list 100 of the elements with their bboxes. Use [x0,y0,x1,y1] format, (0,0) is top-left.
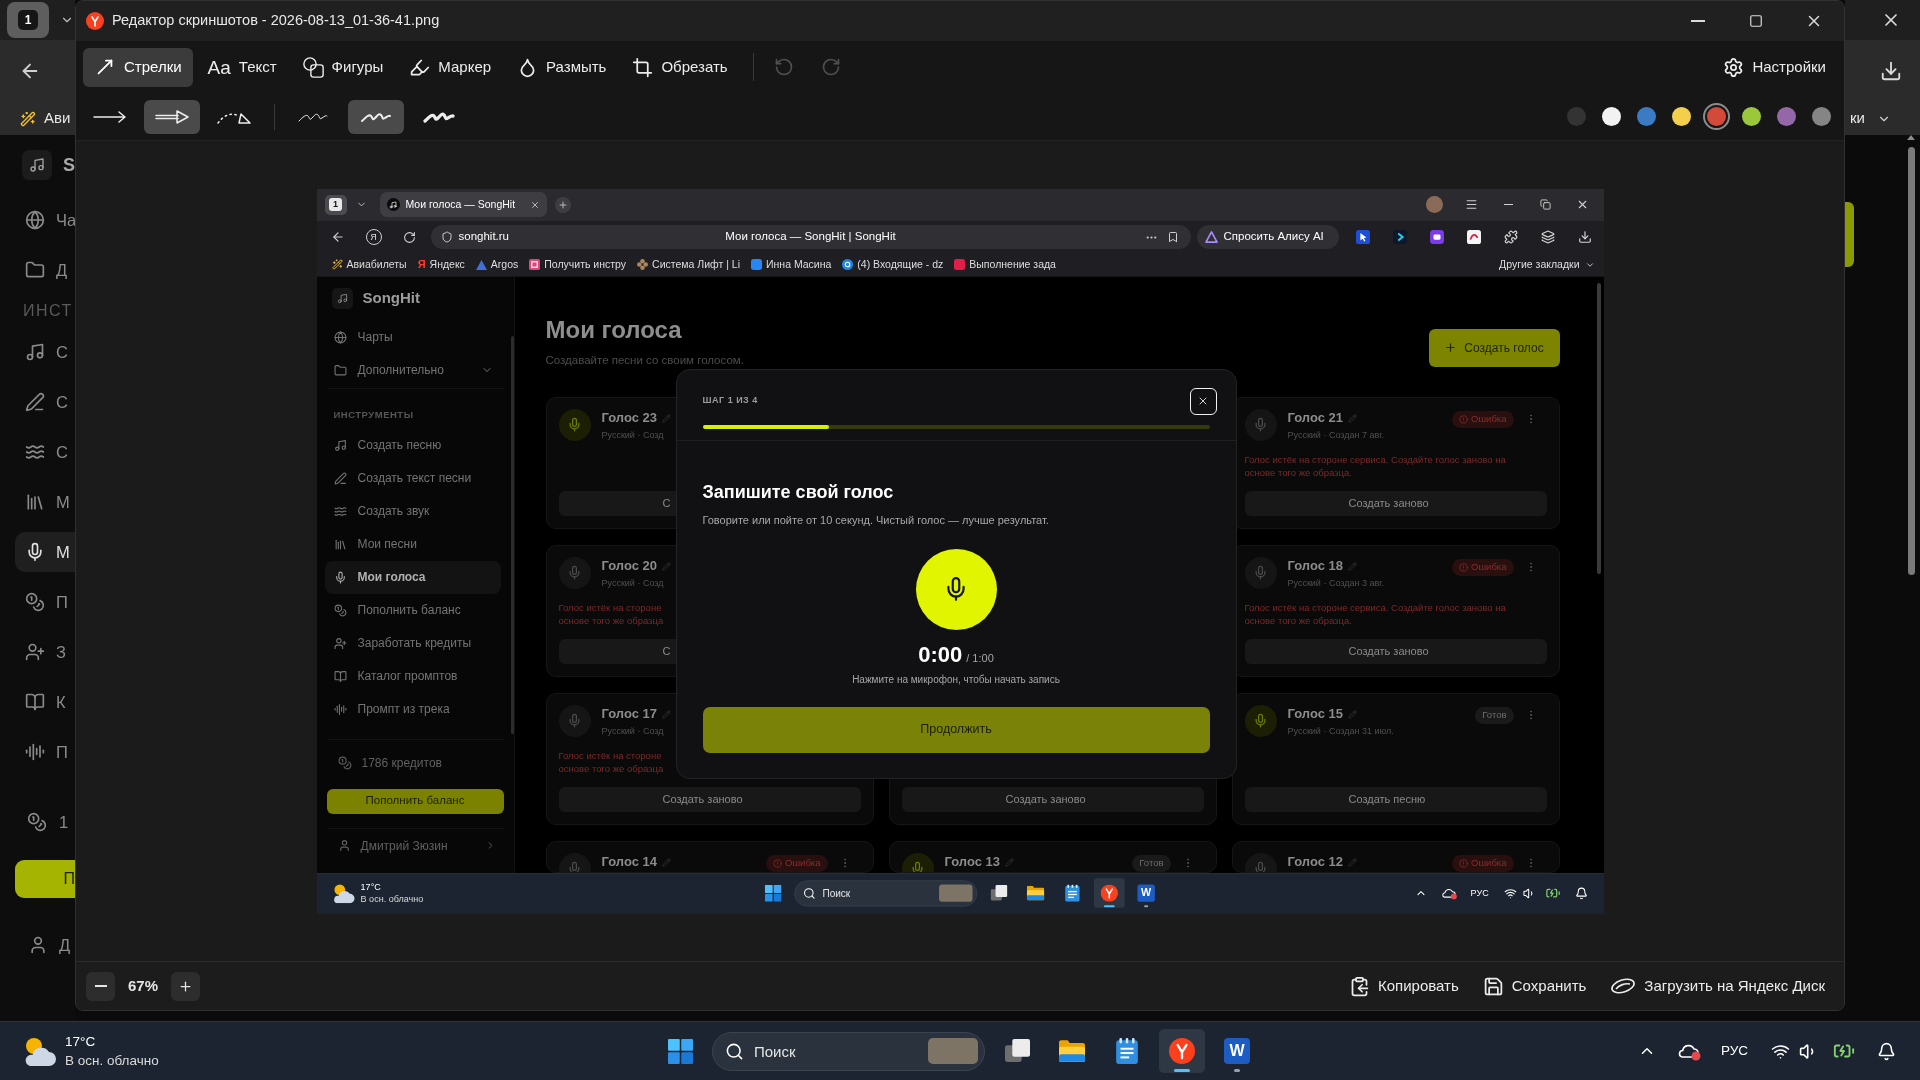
address-bar[interactable]: songhit.ru Мои голоса — SongHit | SongHit [430,225,1191,249]
menu-icon [1464,198,1478,211]
folder-icon [1059,1040,1085,1062]
sidebar-item[interactable]: С [15,432,75,472]
card-action-button[interactable]: Создать заново [1244,490,1547,516]
bookmark-label[interactable]: ки [1850,107,1865,130]
topup-button[interactable]: Пополнить баланс [326,788,504,814]
bookmark[interactable]: Система Лифт | Li [637,256,740,273]
card-action-button[interactable]: Создать заново [1244,638,1547,664]
sidebar-item[interactable]: Создать текст песни [324,461,501,495]
stroke-width-button[interactable] [348,99,404,134]
tool-button[interactable]: Размыть [506,47,618,87]
avatar[interactable] [1425,196,1443,213]
save-button[interactable]: Сохранить [1482,974,1587,998]
assistant-button[interactable]: Спросить Алису AI [1196,225,1339,249]
voice-name: Голос 18 [1287,557,1343,576]
close-icon[interactable] [529,199,540,210]
bookmark[interactable]: Авиабилеты [331,256,407,273]
other-bookmarks[interactable]: Другие закладки [1499,256,1595,273]
record-hint: Нажмите на микрофон, чтобы начать запись [852,672,1060,686]
card-action-button[interactable]: Создать заново [558,786,861,812]
music-note-icon [331,288,353,309]
tool-button[interactable]: Фигуры [291,47,395,87]
music-note-icon [25,342,45,362]
settings-button[interactable]: Настройки [1713,47,1836,87]
square-icon [751,259,762,270]
continue-button[interactable]: Продолжить [702,706,1210,753]
dialog-description: Говорите или пойте от 10 секунд. Чистый голос — лучше результат. [702,512,1049,528]
create-voice-button[interactable]: Создать голос [1428,328,1560,367]
bookmark[interactable]: Я Яндекс [417,256,465,273]
bookmark[interactable]: Инна Масина [751,256,832,273]
tool-button[interactable]: Aa Текст [196,47,288,87]
triangle-icon [1204,231,1218,243]
sidebar-item[interactable]: С [15,382,75,422]
sidebar-item[interactable]: М [15,532,75,572]
voice-meta: Русский · Создан 31 июл. [1287,724,1394,738]
taskbar-button[interactable] [1093,877,1125,908]
sidebar-item[interactable]: М [15,482,75,522]
sidebar-item[interactable]: С [15,332,75,372]
sidebar-item[interactable]: К [15,682,75,722]
temperature: 17°C [65,1033,97,1051]
sidebar-item[interactable]: Д [15,250,75,290]
bookmark[interactable]: (4) Входящие - dz [842,256,944,273]
sidebar-item[interactable]: Каталог промптов [324,659,501,693]
credits-text: 1 [59,811,69,833]
download-icon[interactable] [1880,60,1902,82]
close-button[interactable] [1189,387,1217,415]
url-text: songhit.ru [458,229,509,245]
sidebar-item[interactable]: Дополнительно [324,353,501,387]
sidebar-item[interactable]: Мои песни [324,527,501,561]
scrollbar[interactable] [510,335,514,734]
zoom-in-button[interactable] [171,971,200,1001]
voice-meta: Русский · Создан 7 авг. [1287,428,1384,442]
tool-button[interactable]: Стрелки [83,47,193,87]
sidebar-item[interactable]: Пополнить баланс [324,593,501,627]
alert-icon [1459,414,1469,424]
taskbar-button[interactable] [1159,1029,1205,1073]
new-tab-button[interactable] [554,196,571,213]
language-indicator[interactable]: РУС [1470,885,1489,900]
letter-tile: W [1136,883,1155,902]
page-heading: Мои голоса [545,314,682,345]
card-action-button[interactable]: Создать песню [1244,786,1547,812]
card-action-button[interactable]: Создать заново [901,786,1204,812]
undo-icon [773,57,794,77]
tab-counter[interactable]: 1 [7,2,49,38]
language-indicator[interactable]: РУС [1720,1040,1748,1062]
back-icon [330,230,345,244]
arrow-style-button[interactable] [144,99,200,134]
upload-button[interactable]: Загрузить на Яндекс Диск [1610,974,1825,998]
tool-button[interactable]: Маркер [398,47,503,87]
copy-button[interactable]: Копировать [1349,974,1459,998]
sidebar-item[interactable]: П [15,732,75,772]
voice-name: Голос 14 [601,853,657,872]
bell-icon[interactable] [1877,1041,1896,1061]
zoom-out-button[interactable] [86,971,115,1001]
taskbar-button[interactable]: W [1130,877,1162,908]
folder-icon [333,363,347,377]
sidebar-item[interactable]: Создать песню [324,428,501,462]
button-edge[interactable] [1845,202,1854,267]
sidebar-item[interactable]: Создать звук [324,494,501,528]
scrollbar[interactable] [1908,147,1915,575]
screen-icon [1430,230,1444,244]
bookmark[interactable]: Выполнение зада [954,256,1056,273]
browser-tab[interactable]: Мои голоса — SongHit [379,192,547,217]
tab-counter[interactable]: 1 [324,194,347,215]
tool-button[interactable]: Обрезать [621,47,739,87]
topup-button[interactable]: П [15,860,75,898]
sidebar-item[interactable]: Промпт из трека [324,692,501,726]
taskbar-button[interactable]: W [1214,1029,1260,1073]
page-subtitle: Создавайте песни со своим голосом. [545,352,744,368]
bookmark[interactable]: Argos [475,256,519,273]
bookmark[interactable]: Получить инстру [529,256,627,273]
scrollbar[interactable] [1596,282,1601,574]
bookmark-icon[interactable] [1166,231,1179,243]
sidebar-item[interactable]: Мои голоса [324,560,501,594]
sidebar-item[interactable]: З [15,632,75,672]
coins-icon [333,603,347,617]
sidebar-item[interactable]: Заработать кредиты [324,626,501,660]
sidebar-item[interactable]: П [15,582,75,622]
sidebar-item[interactable]: Чарты [324,320,501,354]
